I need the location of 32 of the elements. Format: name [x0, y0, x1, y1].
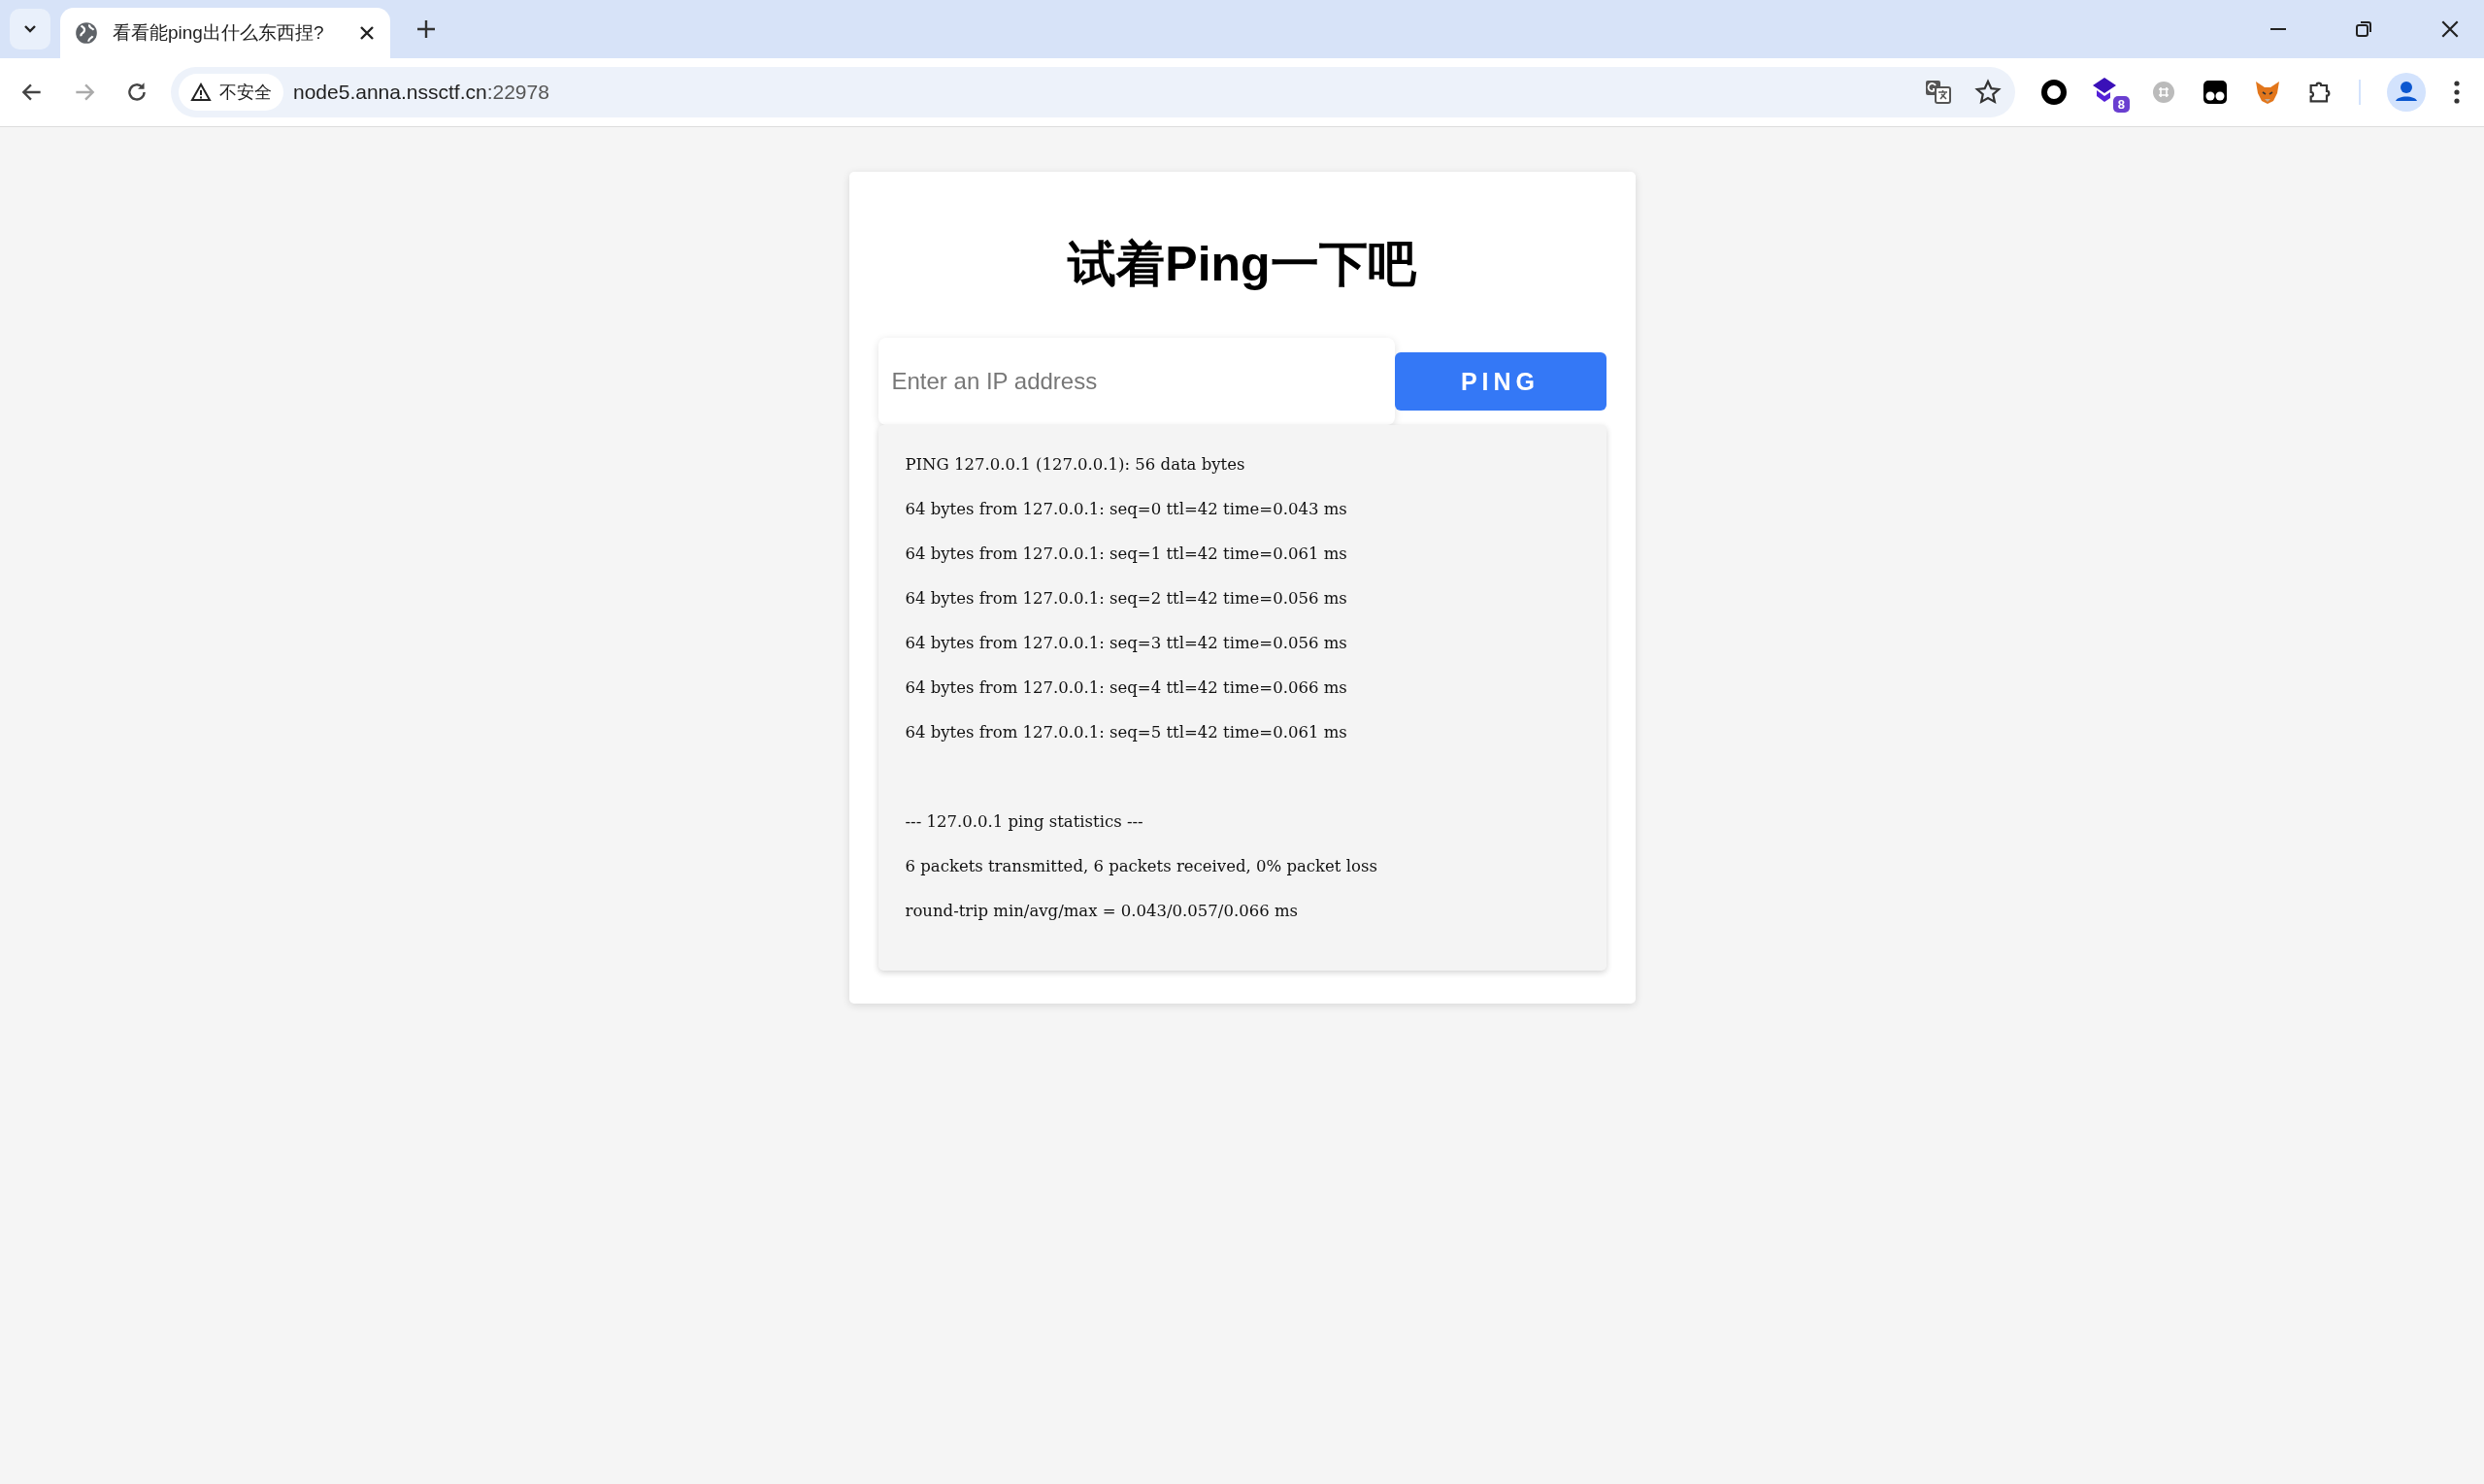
ring-icon[interactable] [2040, 79, 2068, 106]
output-line: 64 bytes from 127.0.0.1: seq=2 ttl=42 time=0.056 ms [905, 588, 1347, 610]
output-line: round-trip min/avg/max = 0.043/0.057/0.066 ms [905, 901, 1298, 922]
security-label: 不安全 [219, 82, 272, 104]
restore-icon[interactable] [2354, 19, 2373, 39]
profile-avatar-icon[interactable] [2386, 72, 2427, 113]
tab-title: 看看能ping出什么东西捏? [113, 21, 325, 45]
security-chip[interactable]: 不安全 [179, 74, 283, 111]
ip-address-field[interactable]: Enter an IP address [878, 338, 1395, 425]
output-line: 64 bytes from 127.0.0.1: seq=0 ttl=42 time=0.043 ms [905, 499, 1347, 520]
output-line: 64 bytes from 127.0.0.1: seq=1 ttl=42 time=0.061 ms [905, 544, 1347, 565]
translate-icon[interactable] [1924, 78, 1953, 107]
globe-icon [74, 20, 99, 46]
new-tab-icon[interactable] [415, 18, 437, 40]
star-icon[interactable] [1974, 79, 2002, 106]
warning-icon [190, 82, 212, 102]
output-line: PING 127.0.0.1 (127.0.0.1): 56 data bytes [905, 454, 1245, 476]
extension-badge: 8 [2112, 96, 2130, 113]
address-bar[interactable]: 不安全 node5.anna.nssctf.cn:22978 [171, 67, 2015, 117]
output-line: --- 127.0.0.1 ping statistics --- [905, 811, 1143, 833]
output-line: 64 bytes from 127.0.0.1: seq=5 ttl=42 time=0.061 ms [905, 722, 1347, 743]
ping-button[interactable]: PING [1394, 352, 1606, 411]
url-text: node5.anna.nssctf.cn:22978 [293, 81, 549, 104]
menu-icon[interactable] [2452, 79, 2462, 106]
browser-tab[interactable]: 看看能ping出什么东西捏? [60, 8, 390, 58]
output-line: 64 bytes from 127.0.0.1: seq=3 ttl=42 time=0.056 ms [905, 633, 1347, 654]
close-window-icon[interactable] [2439, 18, 2461, 40]
fox-icon[interactable] [2254, 79, 2281, 106]
page-title: 试着Ping一下吧 [1066, 236, 1417, 293]
two-dots-icon[interactable] [2202, 79, 2229, 106]
output-line: 64 bytes from 127.0.0.1: seq=4 ttl=42 time=0.066 ms [905, 677, 1347, 699]
output-line: 6 packets transmitted, 6 packets received, 0% packet loss [905, 856, 1377, 877]
